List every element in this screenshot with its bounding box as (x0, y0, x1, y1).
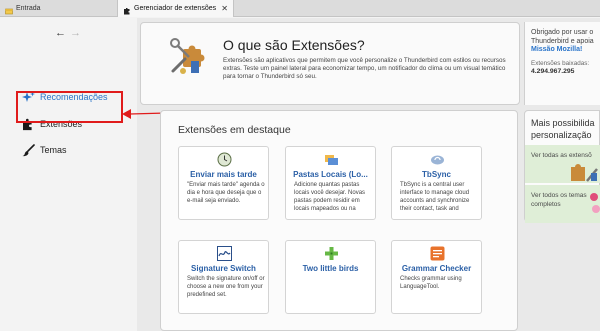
puzzle-tools-icon (169, 37, 209, 77)
card-description: "Enviar mais tarde" agenda o dia e hora … (187, 182, 265, 204)
nav-arrows: ← → (55, 27, 81, 39)
see-all-extensions-box[interactable]: Ver todas as extensõ (525, 145, 600, 183)
grammar-icon (430, 246, 445, 261)
card-title: Enviar mais tarde (190, 170, 257, 179)
back-icon[interactable]: ← (55, 27, 66, 39)
puzzle-icon (123, 5, 131, 14)
folders-icon (324, 152, 339, 167)
tab-bar: Entrada Gerenciador de extensões ✕ (0, 0, 600, 17)
mozilla-mission-link[interactable]: Missão Mozilla! (531, 46, 582, 53)
more-options-title: Mais possibilida personalização (531, 117, 595, 141)
card-description: Adicione quantas pastas locais você dese… (294, 182, 366, 212)
sidebar-item-themes[interactable]: Temas (22, 142, 67, 158)
card-title: Two little birds (302, 264, 359, 273)
tab-inbox-label: Entrada (16, 5, 41, 12)
signature-icon (217, 246, 232, 261)
card-title: Grammar Checker (401, 264, 472, 273)
close-icon[interactable]: ✕ (221, 0, 228, 17)
inbox-icon (5, 5, 13, 14)
right-info-panel: Obrigado por usar o Thunderbird e apoia … (524, 22, 600, 105)
hero-panel: O que são Extensões? Extensões são aplic… (140, 22, 520, 105)
tab-extensions[interactable]: Gerenciador de extensões ✕ (117, 0, 234, 17)
card-description: TbSync is a central user interface to ma… (400, 182, 470, 212)
forward-icon[interactable]: → (70, 27, 81, 39)
thanks-text: Obrigado por usar o Thunderbird e apoia (531, 28, 594, 46)
brush-icon (22, 143, 35, 157)
addon-card-send-later[interactable]: Enviar mais tarde "Enviar mais tarde" ag… (178, 146, 269, 220)
see-all-themes-line-2: completos (531, 201, 561, 208)
thanks-line-2: Thunderbird e apoia (531, 38, 594, 45)
addon-card-tbsync[interactable]: TbSync TbSync is a central user interfac… (391, 146, 482, 220)
card-description: Switch the signature on/off or choose a … (187, 276, 265, 298)
tab-extensions-label: Gerenciador de extensões (134, 5, 217, 12)
thanks-line-1: Obrigado por usar o (531, 29, 594, 36)
more-options-title-line-1: Mais possibilida (531, 118, 595, 128)
featured-section: Extensões em destaque Enviar mais tarde … (160, 110, 518, 331)
card-title: Pastas Locais (Lo... (293, 170, 368, 179)
highlight-box (16, 91, 123, 123)
clock-icon (217, 152, 232, 167)
addon-card-two-little-birds[interactable]: Two little birds (285, 240, 376, 314)
more-options-panel: Mais possibilida personalização Ver toda… (524, 110, 600, 223)
downloads-label: Extensões baixadas: (531, 60, 590, 67)
card-description: Checks grammar using LanguageTool. (400, 276, 462, 290)
see-all-themes-line-1: Ver todos os temas (531, 192, 587, 199)
card-title: TbSync (422, 170, 451, 179)
hero-title: O que são Extensões? (223, 37, 365, 53)
see-all-themes-link[interactable]: Ver todos os temas completos (531, 191, 587, 209)
addon-card-grammar-checker[interactable]: Grammar Checker Checks grammar using Lan… (391, 240, 482, 314)
see-all-themes-box[interactable]: Ver todos os temas completos (525, 185, 600, 223)
sync-cloud-icon (430, 152, 445, 167)
hero-description: Extensões são aplicativos que permitem q… (223, 57, 506, 80)
flower-icon (590, 193, 600, 213)
extensions-illustration-icon (571, 164, 598, 182)
downloads-count: 4.294.967.295 (531, 68, 575, 75)
addon-card-local-folders[interactable]: Pastas Locais (Lo... Adicione quantas pa… (285, 146, 376, 220)
more-options-title-line-2: personalização (531, 130, 592, 140)
see-all-extensions-link[interactable]: Ver todas as extensõ (531, 151, 592, 160)
tab-inbox[interactable]: Entrada (0, 0, 116, 17)
sidebar-item-label: Temas (40, 145, 67, 155)
bird-icon (324, 246, 339, 261)
card-title: Signature Switch (191, 264, 256, 273)
addon-card-signature-switch[interactable]: Signature Switch Switch the signature on… (178, 240, 269, 314)
sidebar: ← → Recomendações Extensões Temas (0, 18, 137, 331)
featured-title: Extensões em destaque (178, 124, 291, 136)
